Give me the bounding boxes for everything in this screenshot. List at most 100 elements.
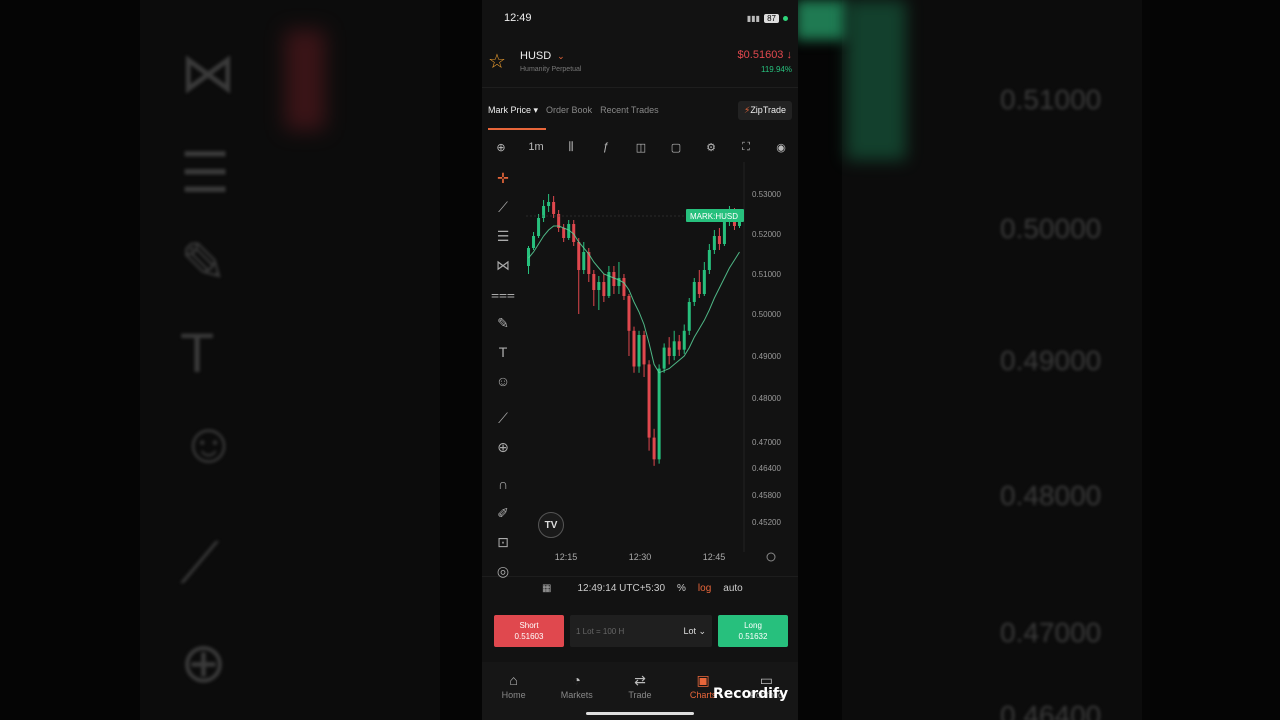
fullscreen-icon[interactable]: ⛶	[735, 141, 757, 154]
candle-body	[547, 202, 551, 206]
phone-screen: 12:49 ▮▮▮ 87 ☆ HUSD ⌄ Humanity Perpetual …	[482, 0, 798, 720]
bg-ruler-icon: ⟋	[180, 531, 220, 594]
candle-body	[672, 341, 676, 356]
drawing-tools: ✛ ⟋ ☰ ⋈ ⩶ ✎ T ☺ ⟋ ⊕ ∩ ✐ ⊡ ◎	[488, 164, 518, 586]
status-time: 12:49	[504, 12, 532, 24]
tab-recent-trades[interactable]: Recent Trades	[600, 105, 659, 115]
bg-brush-icon: ✎	[180, 231, 227, 294]
candle-body	[562, 228, 566, 238]
pair-selector[interactable]: HUSD ⌄ Humanity Perpetual	[520, 50, 738, 73]
y-tick-label: 0.45800	[752, 491, 781, 500]
eye-icon[interactable]: ◎	[488, 557, 518, 586]
bg-text-icon: T	[180, 321, 215, 384]
fib-icon[interactable]: ☰	[488, 222, 518, 251]
template-icon[interactable]: ◫	[630, 141, 652, 154]
interval-selector[interactable]: 1m	[525, 141, 547, 153]
arrow-down-icon: ↓	[786, 49, 793, 61]
pattern-icon[interactable]: ⋈	[488, 251, 518, 280]
y-tick-label: 0.49000	[752, 352, 781, 361]
layout-icon[interactable]: ▢	[665, 141, 687, 154]
brush-icon[interactable]: ✎	[488, 309, 518, 338]
text-icon[interactable]: T	[488, 338, 518, 367]
settings-icon[interactable]: ⚙	[700, 141, 722, 154]
zoom-in-icon[interactable]: ⊕	[488, 433, 518, 462]
camera-icon[interactable]: ◉	[770, 141, 792, 154]
bg-fib-icon: ☰	[180, 141, 231, 204]
candle-body	[602, 282, 606, 296]
price-tag-label: MARK:HUSD	[690, 212, 738, 221]
candle-body	[612, 272, 616, 286]
emoji-icon[interactable]: ☺	[488, 367, 518, 396]
candle-body	[677, 341, 681, 350]
lot-size-input[interactable]: 1 Lot = 100 H Lot ⌄	[570, 615, 712, 647]
crosshair-icon[interactable]: ✛	[488, 164, 518, 193]
x-tick-label: 12:15	[555, 552, 578, 562]
candle-body	[632, 330, 636, 367]
lot-placeholder: 1 Lot = 100 H	[576, 626, 625, 636]
chart-area[interactable]: ✛ ⟋ ☰ ⋈ ⩶ ✎ T ☺ ⟋ ⊕ ∩ ✐ ⊡ ◎ 0.53000 0.520…	[482, 162, 798, 579]
candle-body	[582, 252, 586, 270]
pair-symbol: HUSD	[520, 50, 552, 62]
candle-body	[622, 278, 626, 296]
star-icon[interactable]: ☆	[486, 51, 508, 73]
magnet-icon[interactable]: ∩	[488, 470, 518, 499]
ziptrade-button[interactable]: ⚡ZipTrade	[737, 100, 792, 120]
candle-body	[662, 347, 666, 369]
auto-toggle[interactable]: auto	[723, 583, 742, 594]
bg-price-label: 0.47000	[1000, 617, 1102, 648]
log-toggle[interactable]: log	[698, 583, 711, 594]
home-icon: ⌂	[509, 672, 518, 688]
y-tick-label: 0.46400	[752, 464, 781, 473]
add-indicator-icon[interactable]: ⊕	[490, 141, 512, 154]
candle-body	[682, 330, 686, 350]
markets-icon: ◔	[572, 672, 582, 688]
candle-body	[552, 202, 556, 214]
bg-glow	[796, 0, 846, 40]
candle-body	[652, 437, 656, 460]
ruler-icon[interactable]: ⟋	[488, 404, 518, 433]
indicators-icon[interactable]: ƒ	[595, 141, 617, 153]
candle-body	[712, 236, 716, 250]
percent-toggle[interactable]: %	[677, 583, 686, 594]
y-tick-label: 0.53000	[752, 190, 781, 199]
active-tab-indicator	[488, 128, 546, 130]
lock-icon[interactable]: ⊡	[488, 528, 518, 557]
tradingview-logo: TV	[538, 512, 564, 538]
status-bar: 12:49 ▮▮▮ 87	[482, 0, 798, 36]
price-change: 119.94%	[761, 65, 792, 74]
chart-toolbar: ⊕ 1m ⫼ ƒ ◫ ▢ ⚙ ⛶ ◉	[482, 132, 798, 162]
calendar-icon[interactable]: ▦	[542, 583, 551, 594]
candle-body	[577, 242, 581, 270]
long-button[interactable]: Long 0.51632	[718, 615, 788, 647]
trendline-icon[interactable]: ⟋	[488, 193, 518, 222]
candle-body	[627, 296, 631, 331]
market-header: ☆ HUSD ⌄ Humanity Perpetual $0.51603 ↓ 11…	[482, 36, 798, 88]
short-button[interactable]: Short 0.51603	[494, 615, 564, 647]
eraser-icon[interactable]: ✐	[488, 499, 518, 528]
bg-emoji-icon: ☺	[180, 411, 238, 474]
tab-order-book[interactable]: Order Book	[546, 105, 592, 115]
candle-body	[692, 282, 696, 302]
bg-price-label: 0.49000	[1000, 345, 1102, 376]
prediction-icon[interactable]: ⩶	[488, 280, 518, 309]
candle-type-icon[interactable]: ⫼	[560, 141, 582, 154]
candle-body	[702, 270, 706, 294]
time-bar: ▦ 12:49:14 UTC+5:30 % log auto	[482, 576, 798, 600]
bg-price-label: 0.46400	[1000, 700, 1102, 720]
y-tick-label: 0.47000	[752, 438, 781, 447]
y-tick-label: 0.48000	[752, 394, 781, 403]
price-block: $0.51603 ↓ 119.94%	[738, 49, 792, 74]
bg-zoom-icon: ⊕	[180, 631, 227, 694]
last-price: $0.51603	[737, 49, 784, 61]
candle-body	[537, 218, 541, 236]
candle-body	[647, 364, 651, 438]
bg-glow	[846, 0, 906, 160]
candle-body	[707, 250, 711, 270]
current-time: 12:49:14 UTC+5:30	[577, 583, 666, 594]
candlestick-chart: 0.53000 0.52000 0.51000 0.50000 0.49000 0.480…	[526, 162, 781, 562]
candle-body	[637, 335, 641, 367]
lot-unit-select[interactable]: Lot ⌄	[683, 626, 706, 637]
tab-mark-price[interactable]: Mark Price ▾	[488, 105, 538, 116]
nav-home[interactable]: ⌂ Home	[486, 670, 542, 720]
bg-price-label: 0.50000	[1000, 213, 1102, 244]
